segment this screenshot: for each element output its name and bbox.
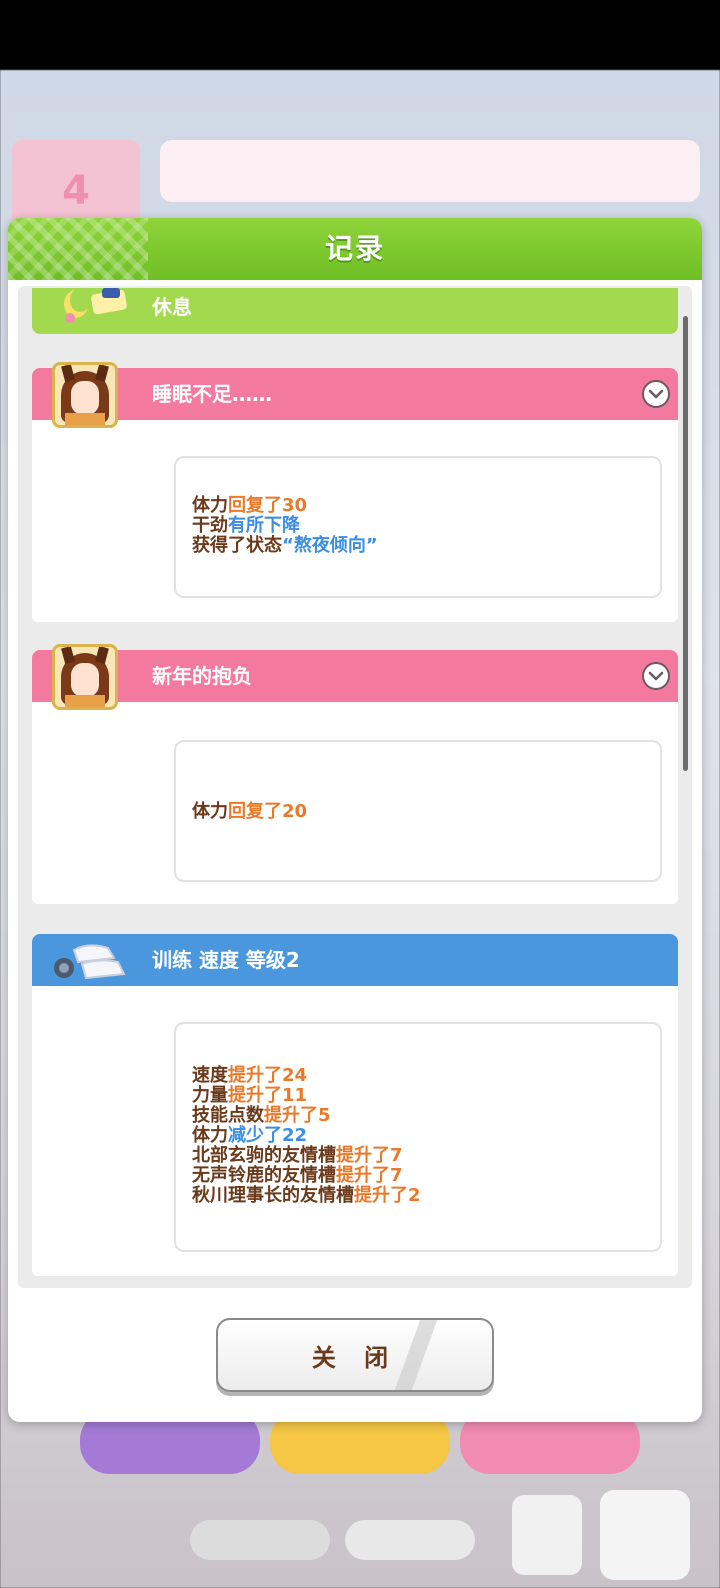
stat-change: 减少了22	[228, 1125, 308, 1146]
stat-label: 秋川理事长的友情槽	[192, 1185, 354, 1206]
stat-change: 有所下降	[228, 515, 300, 536]
result-lines: 体力回复了20	[192, 802, 307, 822]
result-line: 北部玄驹的友情槽提升了7	[192, 1146, 421, 1166]
entry-title: 休息	[152, 295, 192, 319]
dialog-title: 记录	[324, 232, 385, 265]
dialog-header: 记录	[8, 218, 702, 280]
entry-title: 训练 速度 等级2	[152, 948, 300, 972]
result-line: 秋川理事长的友情槽提升了2	[192, 1186, 421, 1206]
entry-header	[32, 368, 678, 420]
result-line: 获得了状态“熬夜倾向”	[192, 536, 378, 556]
stat-label: 干劲	[192, 515, 228, 536]
stat-increase: 提升了7	[336, 1145, 403, 1166]
bg-pill	[345, 1520, 475, 1560]
chevron-down-icon[interactable]	[642, 662, 670, 690]
stat-increase: 提升了2	[354, 1185, 421, 1206]
entry-title: 新年的抱负	[152, 664, 252, 688]
stat-label: 体力	[192, 495, 228, 516]
result-line: 干劲有所下降	[192, 516, 378, 536]
stat-increase: 提升了5	[264, 1105, 331, 1126]
entry-header	[32, 650, 678, 702]
entry-title: 睡眠不足……	[152, 382, 272, 406]
stat-label: 技能点数	[192, 1105, 264, 1126]
stat-increase: 提升了11	[228, 1085, 308, 1106]
result-lines: 体力回复了30 干劲有所下降 获得了状态“熬夜倾向”	[192, 496, 378, 556]
result-line: 技能点数提升了5	[192, 1106, 421, 1126]
chevron-down-icon[interactable]	[642, 380, 670, 408]
stat-label: 力量	[192, 1085, 228, 1106]
result-line: 体力回复了30	[192, 496, 378, 516]
entry-header	[32, 934, 678, 986]
result-card: 体力回复了30 干劲有所下降 获得了状态“熬夜倾向”	[174, 456, 662, 598]
stat-label: 无声铃鹿的友情槽	[192, 1165, 336, 1186]
result-line: 体力减少了22	[192, 1126, 421, 1146]
stat-change: “熬夜倾向”	[282, 535, 378, 556]
stat-label: 体力	[192, 1125, 228, 1146]
character-avatar	[52, 362, 118, 428]
stat-increase: 回复了30	[228, 495, 308, 516]
stat-increase: 提升了7	[336, 1165, 403, 1186]
bg-toggle-pill	[190, 1520, 330, 1560]
shoes-icon	[54, 944, 126, 980]
entry-rest: 休息	[32, 288, 678, 334]
bg-info-panel	[160, 140, 700, 202]
result-lines: 速度提升了24 力量提升了11 技能点数提升了5 体力减少了22 北部玄驹的友情槽提升了…	[192, 1066, 421, 1206]
rest-icon	[64, 288, 127, 323]
result-line: 无声铃鹿的友情槽提升了7	[192, 1166, 421, 1186]
status-bar	[0, 0, 720, 70]
stat-increase: 提升了24	[228, 1065, 308, 1086]
bg-calendar-button	[512, 1495, 582, 1575]
close-button[interactable]: 关 闭	[216, 1318, 494, 1392]
result-line: 体力回复了20	[192, 802, 307, 822]
stat-label: 体力	[192, 801, 228, 822]
stat-label: 北部玄驹的友情槽	[192, 1145, 336, 1166]
bg-menu-button	[600, 1490, 690, 1580]
bg-date-number: 4	[62, 168, 90, 214]
result-card: 速度提升了24 力量提升了11 技能点数提升了5 体力减少了22 北部玄驹的友情槽提升了…	[174, 1022, 662, 1252]
result-card: 体力回复了20	[174, 740, 662, 882]
stat-increase: 回复了20	[228, 801, 308, 822]
stat-label: 获得了状态	[192, 535, 282, 556]
stat-label: 速度	[192, 1065, 228, 1086]
result-line: 速度提升了24	[192, 1066, 421, 1086]
scrollbar[interactable]	[683, 316, 688, 771]
result-line: 力量提升了11	[192, 1086, 421, 1106]
character-avatar	[52, 644, 118, 710]
